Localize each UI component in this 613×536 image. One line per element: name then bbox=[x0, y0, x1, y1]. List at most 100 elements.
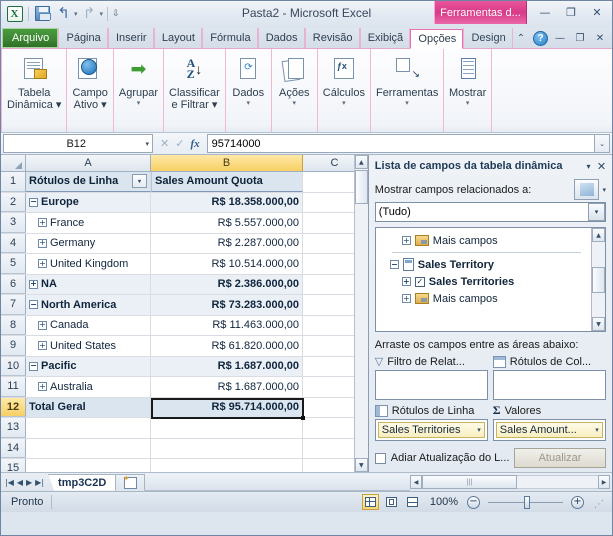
cell-b9[interactable]: R$ 61.820.000,00 bbox=[151, 336, 303, 356]
row-header-4[interactable]: 4 bbox=[1, 233, 26, 253]
horizontal-scrollbar[interactable]: ◀ ||| ▶ bbox=[410, 475, 610, 490]
ribbon-group-calculations[interactable]: ƒx Cálculos ▾ bbox=[318, 49, 371, 132]
insert-function-icon[interactable]: fx bbox=[190, 138, 199, 150]
minimize-icon[interactable]: — bbox=[534, 4, 556, 20]
source-select[interactable]: (Tudo) ▾ bbox=[374, 202, 606, 222]
field-item-mais-campos-bottom[interactable]: + Mais campos bbox=[376, 290, 591, 307]
field-item-sales-territories[interactable]: + ✓ Sales Territories bbox=[376, 273, 591, 290]
first-sheet-icon[interactable]: |◀ bbox=[5, 478, 14, 487]
scroll-up-icon[interactable]: ▲ bbox=[354, 155, 368, 169]
zoom-in-icon[interactable]: + bbox=[571, 495, 584, 509]
last-sheet-icon[interactable]: ▶| bbox=[35, 478, 44, 487]
tab-design[interactable]: Design bbox=[463, 28, 513, 48]
row-header-12[interactable]: 12 bbox=[1, 397, 26, 417]
cell-b10[interactable]: R$ 1.687.000,00 bbox=[151, 356, 303, 376]
ribbon-group-group[interactable]: ➡ Agrupar ▾ bbox=[114, 49, 165, 132]
enter-icon[interactable]: ✓ bbox=[175, 137, 184, 150]
tab-inserir[interactable]: Inserir bbox=[108, 28, 154, 48]
cell-b14[interactable] bbox=[151, 438, 303, 458]
row-header-10[interactable]: 10 bbox=[1, 356, 26, 376]
pill-caret-icon[interactable]: ▾ bbox=[477, 426, 481, 434]
tab-formulas[interactable]: Fórmula bbox=[202, 28, 258, 48]
area-values-box[interactable]: Sales Amount... ▾ bbox=[492, 419, 606, 441]
tab-revisao[interactable]: Revisão bbox=[304, 28, 360, 48]
field-item-mais-campos-top[interactable]: + Mais campos bbox=[376, 232, 591, 249]
cell-a10[interactable]: − Pacific bbox=[26, 356, 151, 376]
show-caret-icon[interactable]: ▾ bbox=[466, 100, 470, 108]
field-checkbox[interactable]: ✓ bbox=[414, 276, 425, 287]
tools-caret-icon[interactable]: ▾ bbox=[405, 100, 409, 108]
grid-vertical-scrollbar[interactable]: ▲ ▼ bbox=[353, 155, 368, 472]
ribbon-group-tools[interactable]: ↘ Ferramentas ▾ bbox=[371, 49, 444, 132]
data-icon[interactable]: ⟳ bbox=[231, 53, 265, 85]
row-header-5[interactable]: 5 bbox=[1, 254, 26, 274]
field-scroll-down-icon[interactable]: ▼ bbox=[592, 317, 605, 331]
cube-caret-icon[interactable]: ▾ bbox=[602, 186, 606, 194]
calculations-icon[interactable]: ƒx bbox=[327, 53, 361, 85]
field-item-sales-territory[interactable]: − Sales Territory bbox=[376, 256, 591, 273]
cell-b8[interactable]: R$ 11.463.000,00 bbox=[151, 315, 303, 335]
name-box-caret-icon[interactable]: ▾ bbox=[145, 140, 149, 148]
expand-icon[interactable]: + bbox=[401, 236, 411, 245]
pill-caret-icon[interactable]: ▾ bbox=[595, 426, 599, 434]
page-layout-view-button[interactable] bbox=[383, 494, 400, 510]
cube-icon[interactable] bbox=[574, 179, 600, 200]
restore-icon[interactable]: ❐ bbox=[560, 4, 582, 20]
column-header-b[interactable]: B bbox=[151, 155, 303, 171]
row-header-15[interactable]: 15 bbox=[1, 459, 26, 472]
cell-b1[interactable]: Sales Amount Quota bbox=[151, 172, 303, 192]
zoom-slider-thumb[interactable] bbox=[524, 495, 530, 509]
defer-update-checkbox[interactable] bbox=[374, 452, 386, 464]
ribbon-group-actions[interactable]: Ações ▾ bbox=[272, 49, 318, 132]
tab-exibicao[interactable]: Exibiçã bbox=[359, 28, 411, 48]
prev-sheet-icon[interactable]: ◀ bbox=[17, 478, 23, 487]
row-header-11[interactable]: 11 bbox=[1, 377, 26, 397]
row-header-6[interactable]: 6 bbox=[1, 274, 26, 294]
row-header-7[interactable]: 7 bbox=[1, 295, 26, 315]
scroll-thumb[interactable] bbox=[354, 170, 368, 204]
normal-view-button[interactable] bbox=[361, 494, 379, 510]
row-header-9[interactable]: 9 bbox=[1, 336, 26, 356]
expand-icon[interactable]: + bbox=[401, 277, 411, 286]
scroll-down-icon[interactable]: ▼ bbox=[354, 458, 368, 472]
field-scroll-thumb[interactable] bbox=[592, 266, 605, 293]
field-list-menu-icon[interactable]: ▾ bbox=[582, 162, 595, 171]
ribbon-group-pivot-table[interactable]: Tabela Dinâmica ▾ bbox=[1, 49, 68, 132]
expand-icon-united-kingdom[interactable]: + bbox=[38, 259, 47, 269]
calculations-caret-icon[interactable]: ▾ bbox=[342, 100, 346, 108]
collapse-icon-pacific[interactable]: − bbox=[29, 361, 38, 371]
formula-bar-expand-icon[interactable]: ⌄ bbox=[595, 134, 610, 153]
cell-b6[interactable]: R$ 2.386.000,00 bbox=[151, 274, 303, 294]
resize-grip[interactable] bbox=[592, 496, 604, 510]
workbook-minimize-icon[interactable]: — bbox=[552, 33, 568, 44]
expand-icon-na[interactable]: + bbox=[29, 279, 38, 289]
ribbon-group-data[interactable]: ⟳ Dados ▾ bbox=[226, 49, 272, 132]
cell-a7[interactable]: − North America bbox=[26, 295, 151, 315]
ribbon-group-show[interactable]: Mostrar ▾ bbox=[444, 49, 493, 132]
hscroll-left-icon[interactable]: ◀ bbox=[410, 475, 422, 489]
cell-b5[interactable]: R$ 10.514.000,00 bbox=[151, 254, 303, 274]
new-sheet-icon[interactable] bbox=[115, 473, 146, 491]
cancel-icon[interactable]: ✕ bbox=[160, 137, 169, 150]
show-icon[interactable] bbox=[451, 53, 485, 85]
field-list-scrollbar[interactable]: ▲ ▼ bbox=[591, 228, 605, 331]
sort-filter-icon[interactable]: AZ ↓ bbox=[177, 53, 211, 85]
cell-a1[interactable]: Rótulos de Linha ▾ bbox=[26, 172, 151, 192]
next-sheet-icon[interactable]: ▶ bbox=[26, 478, 32, 487]
cell-a15[interactable] bbox=[26, 459, 151, 472]
tab-dados[interactable]: Dados bbox=[257, 28, 305, 48]
hscroll-right-icon[interactable]: ▶ bbox=[598, 475, 610, 489]
zoom-out-icon[interactable]: − bbox=[467, 495, 480, 509]
expand-icon-canada[interactable]: + bbox=[38, 320, 47, 330]
field-scroll-up-icon[interactable]: ▲ bbox=[592, 228, 605, 242]
cell-b15[interactable] bbox=[151, 459, 303, 472]
zoom-slider[interactable] bbox=[488, 495, 563, 509]
data-caret-icon[interactable]: ▾ bbox=[247, 100, 251, 108]
cell-a13[interactable] bbox=[26, 418, 151, 438]
cell-b11[interactable]: R$ 1.687.000,00 bbox=[151, 377, 303, 397]
group-icon[interactable]: ➡ bbox=[121, 53, 155, 85]
column-header-a[interactable]: A bbox=[26, 155, 151, 171]
field-list-close-icon[interactable]: ✕ bbox=[595, 160, 608, 173]
collapse-icon[interactable]: − bbox=[389, 260, 399, 269]
hscroll-thumb[interactable]: ||| bbox=[422, 475, 517, 489]
